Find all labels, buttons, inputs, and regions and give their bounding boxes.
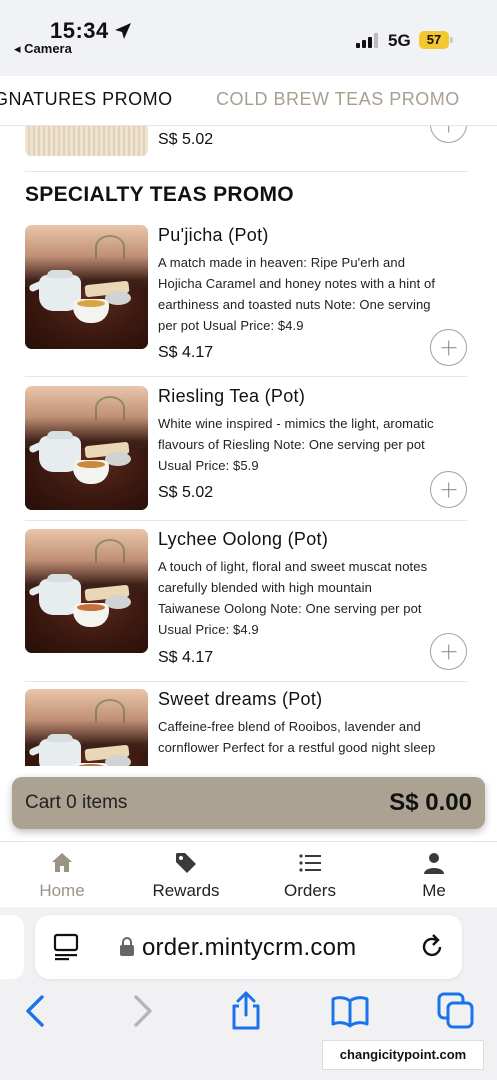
tab-cold-brew-teas-promo[interactable]: COLD BREW TEAS PROMO	[216, 89, 460, 110]
cart-total: S$ 0.00	[389, 789, 472, 816]
nav-me[interactable]: Me	[372, 842, 496, 908]
product-name[interactable]: Lychee Oolong (Pot)	[158, 529, 328, 550]
tab-signatures-promo[interactable]: GNATURES PROMO	[0, 89, 173, 110]
bottom-navigation: Home Rewards Orders Me	[0, 841, 497, 907]
nav-me-label: Me	[422, 881, 446, 900]
nav-rewards[interactable]: Rewards	[124, 842, 248, 908]
product-description: A match made in heaven: Ripe Pu'erh and …	[158, 255, 436, 333]
previous-tab-bar[interactable]	[0, 915, 24, 979]
battery-icon: 57	[419, 31, 453, 49]
forward-icon[interactable]	[122, 991, 162, 1031]
list-item: Pu'jicha (Pot) A match made in heaven: R…	[25, 225, 467, 377]
product-description: White wine inspired - mimics the light, …	[158, 416, 434, 473]
reader-mode-icon[interactable]	[53, 933, 79, 961]
product-image[interactable]	[25, 529, 148, 653]
cart-button[interactable]: Cart 0 items S$ 0.00	[12, 777, 485, 829]
add-to-cart-button[interactable]	[430, 471, 467, 508]
product-image[interactable]	[25, 386, 148, 510]
watermark: changicitypoint.com	[322, 1040, 484, 1070]
cart-item-count: Cart 0 items	[25, 792, 128, 813]
share-icon[interactable]	[226, 991, 266, 1031]
list-item: Riesling Tea (Pot) White wine inspired -…	[25, 386, 467, 521]
list-icon	[299, 854, 321, 872]
menu-list: S$ 5.02 SPECIALTY TEAS PROMO Pu'jicha (P…	[0, 126, 497, 766]
reload-icon[interactable]	[418, 933, 446, 961]
lock-icon	[120, 937, 134, 956]
back-icon[interactable]	[16, 991, 56, 1031]
location-arrow-icon	[115, 23, 131, 39]
product-price: S$ 4.17	[158, 344, 214, 361]
list-item: Sweet dreams (Pot) Caffeine-free blend o…	[25, 689, 467, 766]
nav-home[interactable]: Home	[0, 842, 124, 908]
product-image[interactable]	[25, 126, 148, 156]
add-to-cart-button[interactable]	[430, 329, 467, 366]
nav-orders-label: Orders	[284, 881, 336, 900]
list-item: Lychee Oolong (Pot) A touch of light, fl…	[25, 529, 467, 682]
nav-rewards-label: Rewards	[152, 881, 220, 900]
add-to-cart-button[interactable]	[430, 633, 467, 670]
product-image[interactable]	[25, 689, 148, 766]
status-bar: 15:34 ◂ Camera 5G 57	[0, 0, 497, 76]
product-price: S$ 5.02	[158, 131, 214, 148]
person-icon	[424, 853, 444, 874]
product-price: S$ 4.17	[158, 649, 214, 666]
nav-home-label: Home	[39, 881, 85, 900]
product-description: A touch of light, floral and sweet musca…	[158, 559, 428, 637]
product-price: S$ 5.02	[158, 484, 214, 501]
tag-icon	[176, 853, 196, 873]
address-bar[interactable]: order.mintycrm.com	[35, 915, 462, 979]
battery-level: 57	[419, 31, 449, 49]
bookmarks-icon[interactable]	[330, 991, 370, 1031]
nav-orders[interactable]: Orders	[248, 842, 372, 908]
product-name[interactable]: Riesling Tea (Pot)	[158, 386, 305, 407]
list-item: S$ 5.02	[25, 126, 467, 172]
network-type: 5G	[388, 31, 411, 50]
add-to-cart-button[interactable]	[430, 126, 467, 143]
tabs-icon[interactable]	[436, 991, 476, 1031]
url-text[interactable]: order.mintycrm.com	[142, 934, 356, 962]
category-tabs: GNATURES PROMO COLD BREW TEAS PROMO	[0, 76, 497, 126]
home-icon	[52, 853, 72, 872]
cellular-signal-icon	[356, 32, 380, 48]
product-image[interactable]	[25, 225, 148, 349]
product-description: Caffeine-free blend of Rooibos, lavender…	[158, 719, 436, 755]
back-to-camera-link[interactable]: ◂ Camera	[14, 41, 72, 57]
section-title: SPECIALTY TEAS PROMO	[25, 183, 294, 206]
product-name[interactable]: Sweet dreams (Pot)	[158, 689, 322, 710]
product-name[interactable]: Pu'jicha (Pot)	[158, 225, 269, 246]
